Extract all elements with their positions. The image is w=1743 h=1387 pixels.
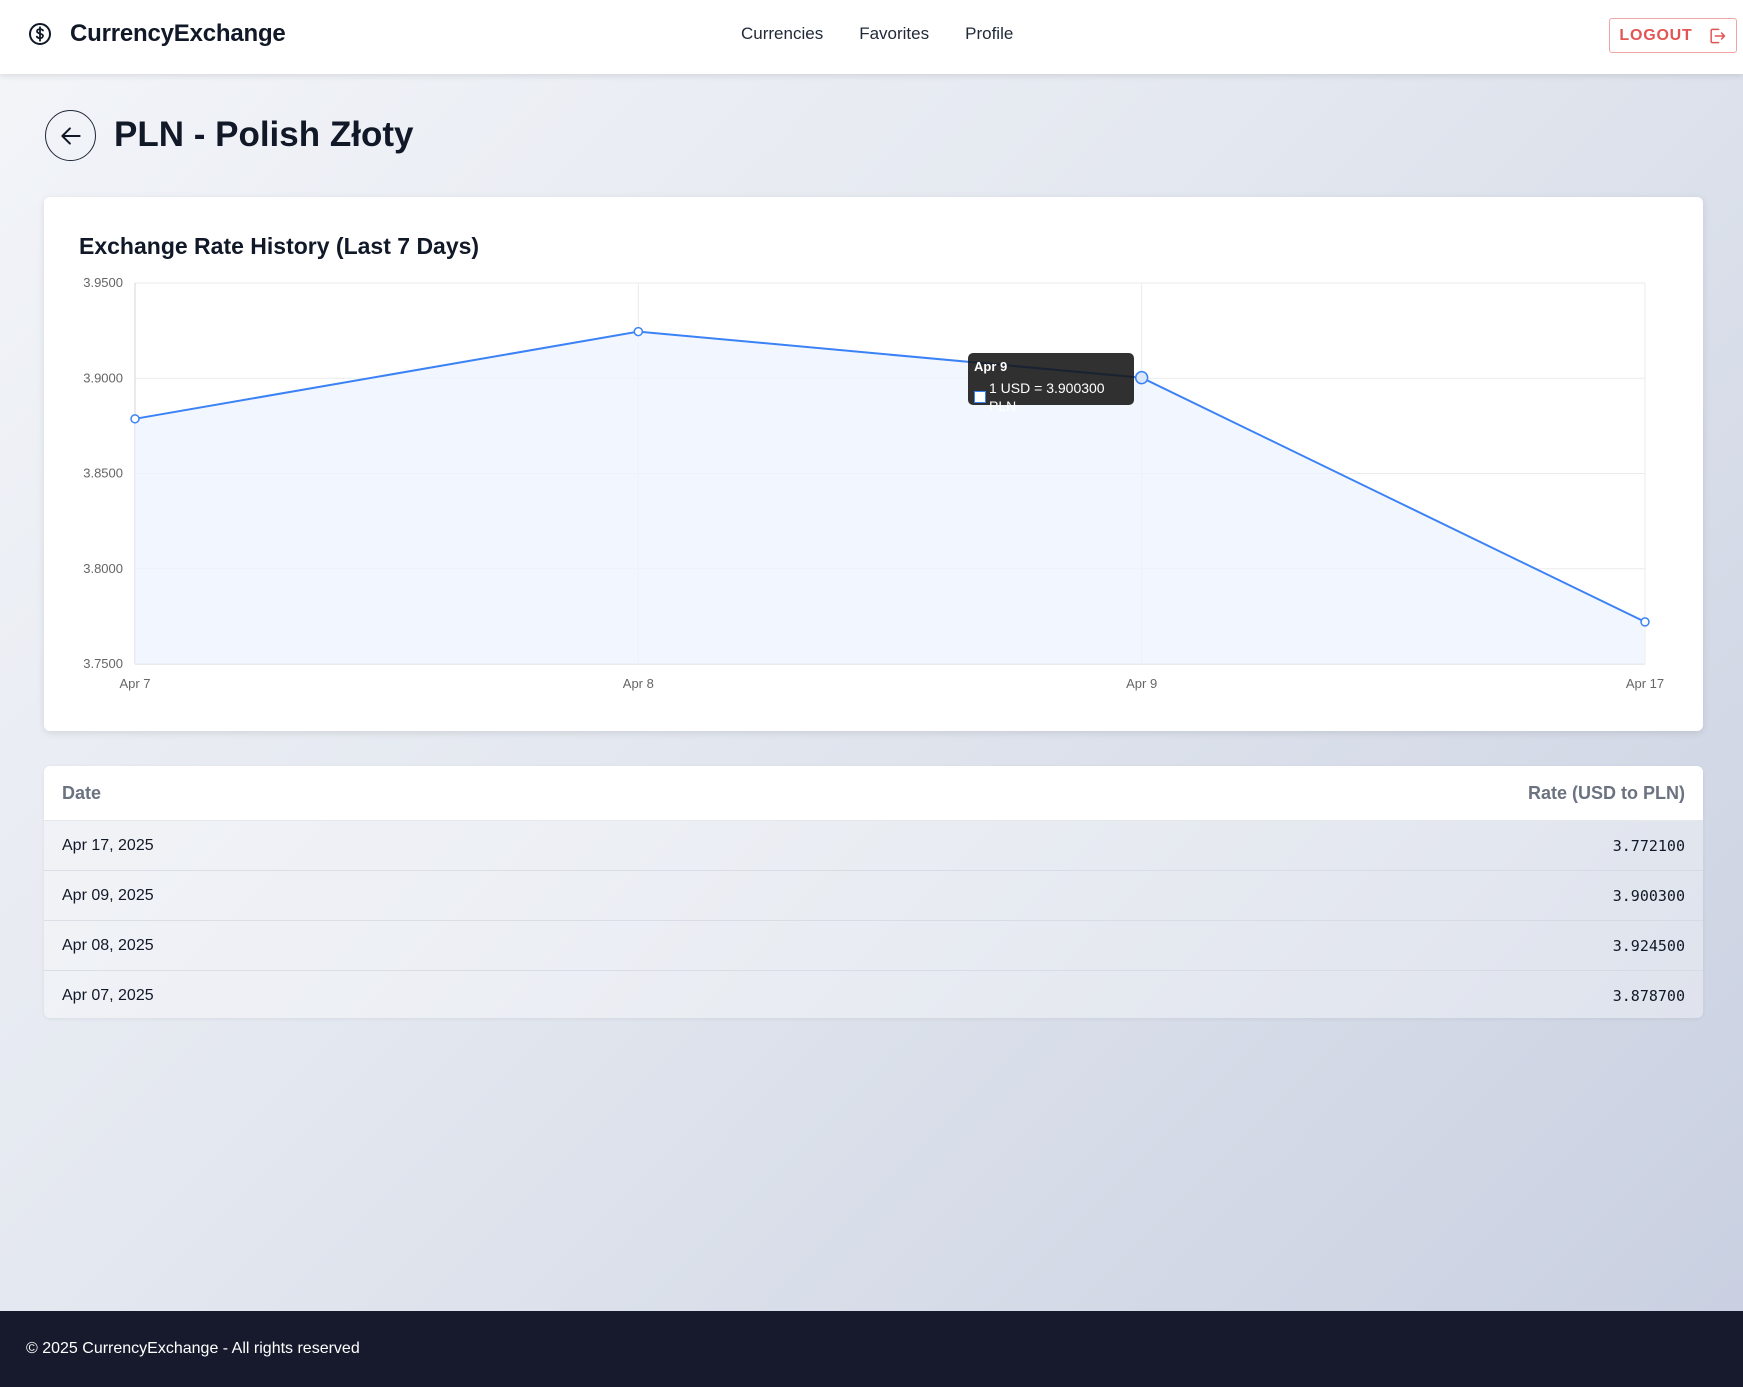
x-tick-label: Apr 17 bbox=[1626, 676, 1664, 691]
tooltip-title: Apr 9 bbox=[974, 359, 1008, 374]
table-row: Apr 07, 2025 3.878700 bbox=[44, 971, 1703, 1018]
nav-link-favorites[interactable]: Favorites bbox=[859, 24, 929, 44]
table-header-row: Date Rate (USD to PLN) bbox=[44, 766, 1703, 821]
main-nav: Currencies Favorites Profile bbox=[741, 24, 1013, 44]
date-cell: Apr 08, 2025 bbox=[62, 936, 154, 954]
y-tick-label: 3.9000 bbox=[83, 370, 123, 385]
data-point-active bbox=[1134, 370, 1149, 385]
y-tick-label: 3.8500 bbox=[83, 466, 123, 481]
page-title: PLN - Polish Złoty bbox=[114, 115, 414, 154]
x-tick-label: Apr 9 bbox=[1126, 676, 1157, 691]
arrow-left-icon bbox=[60, 126, 81, 145]
table-row: Apr 17, 2025 3.772100 bbox=[44, 821, 1703, 871]
rate-history-table: Date Rate (USD to PLN) Apr 17, 2025 3.77… bbox=[44, 766, 1703, 1018]
logout-icon bbox=[1710, 28, 1725, 43]
date-cell: Apr 07, 2025 bbox=[62, 986, 154, 1004]
page-footer: © 2025 CurrencyExchange - All rights res… bbox=[0, 1311, 1743, 1387]
data-point bbox=[633, 326, 644, 337]
dollar-circle-icon bbox=[29, 23, 51, 45]
footer-copyright: © 2025 CurrencyExchange - All rights res… bbox=[26, 1340, 360, 1357]
rate-cell: 3.900300 bbox=[1612, 886, 1685, 905]
data-point bbox=[1640, 617, 1650, 627]
logout-button[interactable]: LOGOUT bbox=[1609, 18, 1737, 53]
nav-link-profile[interactable]: Profile bbox=[965, 24, 1013, 44]
date-cell: Apr 09, 2025 bbox=[62, 886, 154, 904]
date-cell: Apr 17, 2025 bbox=[62, 836, 154, 854]
x-tick-label: Apr 7 bbox=[119, 676, 150, 691]
top-navbar: CurrencyExchange Currencies Favorites Pr… bbox=[0, 0, 1743, 74]
column-header-date: Date bbox=[62, 782, 102, 803]
rate-history-chart[interactable]: 3.9500 3.9000 3.8500 3.8000 3.7500 Apr 7 Apr 8… bbox=[44, 197, 1703, 731]
rate-cell: 3.878700 bbox=[1612, 986, 1685, 1005]
rate-history-chart-card: Exchange Rate History (Last 7 Days) 3.95… bbox=[44, 197, 1703, 731]
rate-cell: 3.924500 bbox=[1612, 936, 1685, 955]
logout-label: LOGOUT bbox=[1619, 26, 1693, 44]
series-area-fill bbox=[135, 331, 1645, 664]
y-tick-label: 3.9500 bbox=[83, 275, 123, 290]
chart-tooltip: Apr 9 1 USD = 3.900300 PLN bbox=[968, 353, 1134, 414]
y-tick-label: 3.8000 bbox=[83, 561, 123, 576]
brand[interactable]: CurrencyExchange bbox=[28, 20, 286, 48]
nav-link-currencies[interactable]: Currencies bbox=[741, 24, 823, 44]
table-row: Apr 08, 2025 3.924500 bbox=[44, 921, 1703, 971]
back-button[interactable] bbox=[45, 110, 96, 161]
data-point bbox=[130, 414, 140, 424]
x-tick-label: Apr 8 bbox=[623, 676, 654, 691]
brand-name: CurrencyExchange bbox=[70, 20, 286, 47]
column-header-rate: Rate (USD to PLN) bbox=[1528, 782, 1685, 803]
tooltip-color-swatch bbox=[974, 391, 986, 403]
tooltip-value: 1 USD = 3.900300 PLN bbox=[989, 380, 1105, 414]
rate-cell: 3.772100 bbox=[1612, 836, 1685, 855]
table-row: Apr 09, 2025 3.900300 bbox=[44, 871, 1703, 921]
tooltip-body: 1 USD = 3.900300 PLN bbox=[974, 379, 1128, 415]
y-tick-label: 3.7500 bbox=[83, 656, 123, 671]
